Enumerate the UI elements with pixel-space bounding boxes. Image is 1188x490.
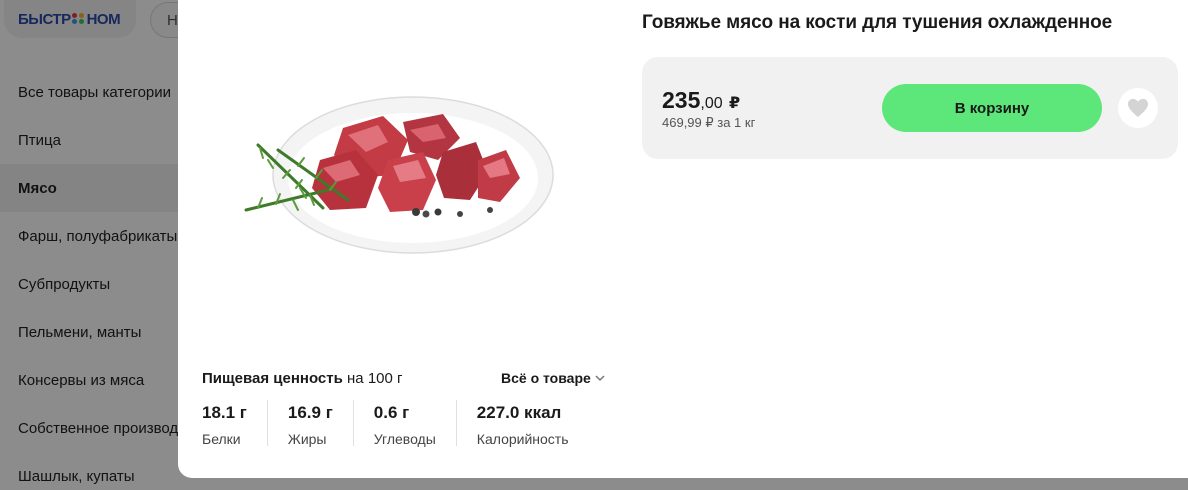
favorite-button[interactable] <box>1118 88 1158 128</box>
price: 235,00 ₽ <box>662 87 740 114</box>
nutrition-calories-value: 227.0 ккал <box>476 403 562 422</box>
about-product-link[interactable]: Всё о товаре <box>501 370 606 386</box>
nutrition-heading-bold: Пищевая ценность <box>202 370 343 387</box>
nutrition-carbs: 0.6 г Углеводы <box>373 400 457 447</box>
nutrition-values: 18.1 г Белки 16.9 г Жиры 0.6 г Углеводы … <box>202 400 609 447</box>
nutrition-fat-value: 16.9 г <box>287 403 333 422</box>
price-kopecks: ,00 <box>700 95 723 112</box>
product-title: Говяжье мясо на кости для тушения охлажд… <box>642 12 1113 33</box>
nutrition-protein-value: 18.1 г <box>202 403 247 422</box>
chevron-down-icon <box>595 375 605 382</box>
nutrition-calories: 227.0 ккал Калорийность <box>476 400 589 447</box>
product-modal: Пищевая ценность на 100 г Всё о товаре 1… <box>178 0 1188 478</box>
nutrition-calories-label: Калорийность <box>476 431 569 447</box>
price-integer: 235 <box>662 87 701 113</box>
nutrition-fat: 16.9 г Жиры <box>287 400 354 447</box>
price-card: 235,00 ₽ 469,99 ₽ за 1 кг В корзину <box>642 57 1178 159</box>
meat-plate-image <box>244 96 554 254</box>
nutrition-fat-label: Жиры <box>287 431 327 447</box>
about-product-label: Всё о товаре <box>501 370 591 386</box>
nutrition-carbs-value: 0.6 г <box>373 403 410 422</box>
nutrition-protein-label: Белки <box>202 431 241 447</box>
nutrition-carbs-label: Углеводы <box>373 431 436 447</box>
add-to-cart-button[interactable]: В корзину <box>882 84 1102 132</box>
currency-symbol: ₽ <box>729 95 741 112</box>
nutrition-protein: 18.1 г Белки <box>202 400 268 447</box>
price-per-unit: 469,99 ₽ за 1 кг <box>662 115 756 130</box>
nutrition-heading-rest: на 100 г <box>342 370 403 387</box>
heart-icon <box>1128 98 1148 118</box>
nutrition-heading: Пищевая ценность на 100 г <box>202 370 403 387</box>
